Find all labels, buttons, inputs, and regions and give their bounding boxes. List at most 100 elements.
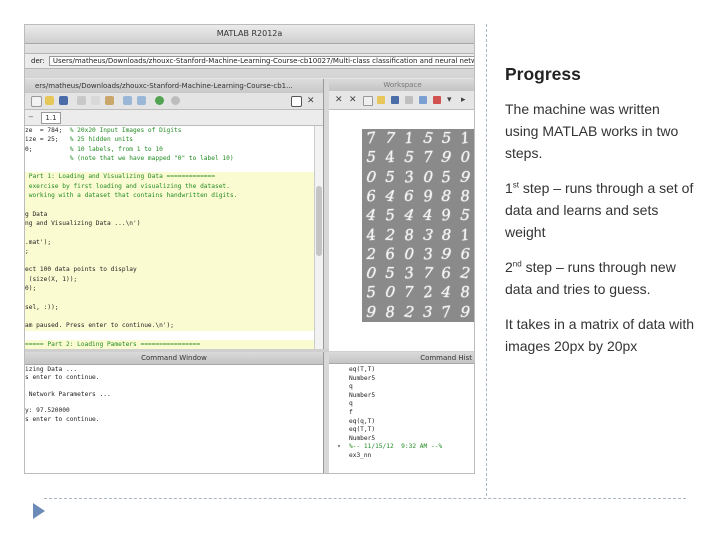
code-line[interactable]: % (note that we have mapped "0" to label…	[25, 154, 315, 163]
print-icon[interactable]	[405, 96, 413, 104]
command-output-line: s enter to continue.	[25, 374, 100, 382]
copy-icon[interactable]	[91, 96, 100, 105]
paste-icon[interactable]	[105, 96, 114, 105]
history-entry[interactable]: Number5	[329, 374, 474, 384]
history-entry-text: Number5	[349, 374, 376, 382]
cut-icon[interactable]	[77, 96, 86, 105]
save-icon[interactable]	[391, 96, 399, 104]
code-line[interactable]: ;	[25, 246, 315, 257]
code-line[interactable]: ze = 784; % 20x20 Input Images of Digits	[25, 126, 315, 135]
history-entry[interactable]: ex3_nn	[329, 452, 474, 461]
code-line[interactable]	[25, 163, 315, 172]
current-folder-label: der:	[31, 57, 45, 65]
new-variable-icon[interactable]	[363, 96, 373, 106]
code-line[interactable]: ===== Part 2: Loading Pameters =========…	[25, 339, 315, 350]
code-area[interactable]: ze = 784; % 20x20 Input Images of Digits…	[25, 126, 315, 368]
open-folder-icon[interactable]	[45, 96, 54, 105]
history-entry-text: Number5	[349, 391, 376, 399]
digit-cell: 0	[422, 167, 434, 186]
digit-cell: 0	[460, 148, 471, 167]
command-output-line	[25, 399, 323, 407]
editor-tab[interactable]: ers/matheus/Downloads/zhouxc-Stanford-Ma…	[25, 79, 323, 93]
code-line[interactable]	[25, 311, 315, 322]
digit-grid-figure: 7715515457900530596469884544954283812603…	[362, 128, 474, 322]
digit-cell: 2	[402, 302, 415, 322]
digit-cell: 2	[459, 263, 472, 283]
command-history-title: Command Hist	[329, 352, 474, 364]
editor-pane: ers/matheus/Downloads/zhouxc-Stanford-Ma…	[25, 79, 324, 368]
code-line[interactable]: 0);	[25, 284, 315, 294]
digit-cell: 6	[441, 263, 452, 283]
current-folder-bar: der: Users/matheus/Downloads/zhouxc-Stanf…	[25, 53, 474, 69]
code-line[interactable]: ng and Visualizing Data ...\n')	[25, 218, 315, 229]
cell-increment-field[interactable]: 1.1	[41, 112, 61, 124]
history-entry[interactable]: q	[329, 383, 474, 392]
code-line[interactable]: working with a dataset that contains han…	[25, 191, 315, 201]
code-line[interactable]: ize = 25; % 25 hidden units	[25, 135, 315, 144]
code-line[interactable]	[25, 293, 315, 303]
digit-cell: 4	[422, 206, 433, 225]
history-entry[interactable]: Number5	[329, 391, 474, 401]
command-history-list[interactable]: eq(T,T) Number5 q Number5 q f eq(q,T) eq(T,T) Nu…	[329, 366, 474, 461]
undo-icon[interactable]	[123, 96, 132, 105]
plot-icon[interactable]	[419, 96, 427, 104]
digit-cell: 4	[384, 147, 396, 167]
redo-icon[interactable]	[137, 96, 146, 105]
edit-variable-icon[interactable]	[433, 96, 441, 104]
undock-icon[interactable]: ✕	[349, 94, 357, 105]
code-line[interactable]: (size(X, 1));	[25, 274, 315, 285]
command-output-line: y: 97.520000	[25, 407, 70, 415]
save-icon[interactable]	[59, 96, 68, 105]
digit-cell: 3	[422, 244, 434, 264]
slide-divider-vertical	[486, 24, 487, 496]
step-description: step – runs through a set of data and le…	[505, 180, 694, 240]
history-entry[interactable]: eq(T,T)	[329, 426, 474, 435]
history-entry[interactable]: eq(q,T)	[329, 418, 474, 427]
history-entry[interactable]: ▾ %-- 11/15/12 9:32 AM --%	[329, 443, 474, 452]
code-line[interactable]: sel, :));	[25, 302, 315, 312]
code-line[interactable]: g Data	[25, 209, 315, 219]
command-window[interactable]: Command Window izing Data ... s enter to …	[25, 352, 324, 473]
close-icon[interactable]: ✕	[307, 96, 316, 105]
open-folder-icon[interactable]	[377, 96, 385, 104]
history-entry-text: eq(T,T)	[349, 366, 376, 373]
digit-cell: 4	[384, 186, 397, 206]
more-options-icon[interactable]: ▸	[461, 94, 466, 105]
digit-cell: 5	[365, 283, 377, 302]
code-line[interactable]	[25, 228, 315, 238]
digit-cell: 5	[403, 147, 415, 167]
digit-cell: 9	[460, 302, 471, 321]
code-line[interactable]: am paused. Press enter to continue.\n');	[25, 321, 315, 331]
collapse-toggle-icon[interactable]: ▾	[329, 443, 349, 452]
history-entry-text: f	[349, 408, 353, 416]
digit-cell: 4	[365, 205, 377, 225]
digit-cell: 7	[384, 128, 396, 148]
digit-cell: 2	[384, 225, 396, 244]
close-icon[interactable]: ✕	[335, 94, 343, 105]
history-entry[interactable]: f	[329, 408, 474, 418]
editor-scroll-thumb[interactable]	[316, 186, 322, 256]
cell-decrement-icon[interactable]: −	[28, 110, 34, 125]
code-line[interactable]: .mat');	[25, 237, 315, 247]
find-icon[interactable]	[171, 96, 180, 105]
code-line[interactable]	[25, 256, 315, 266]
history-entry[interactable]: eq(T,T)	[329, 366, 474, 375]
code-line[interactable]: ect 100 data points to display	[25, 265, 315, 275]
editor-scrollbar[interactable]	[314, 126, 323, 351]
code-line[interactable]	[25, 200, 315, 210]
window-restore-icon[interactable]	[291, 96, 302, 107]
digit-cell: 7	[404, 283, 414, 302]
history-entry[interactable]: Number5	[329, 435, 474, 444]
digit-cell: 9	[440, 244, 453, 264]
code-line[interactable]: 0; % 10 labels, from 1 to 10	[25, 145, 315, 154]
code-line[interactable]	[25, 331, 315, 340]
code-line[interactable]: exercise by first loading and visualizin…	[25, 181, 315, 192]
run-icon[interactable]	[155, 96, 164, 105]
command-output-line: Network Parameters ...	[25, 390, 111, 398]
history-entry[interactable]: q	[329, 400, 474, 409]
current-folder-path[interactable]: Users/matheus/Downloads/zhouxc-Stanford-…	[48, 56, 474, 66]
new-file-icon[interactable]	[31, 96, 42, 107]
chevron-down-icon[interactable]: ▾	[447, 94, 452, 105]
digit-cell: 7	[440, 302, 453, 322]
code-line[interactable]: Part 1: Loading and Visualizing Data ===…	[25, 172, 315, 182]
